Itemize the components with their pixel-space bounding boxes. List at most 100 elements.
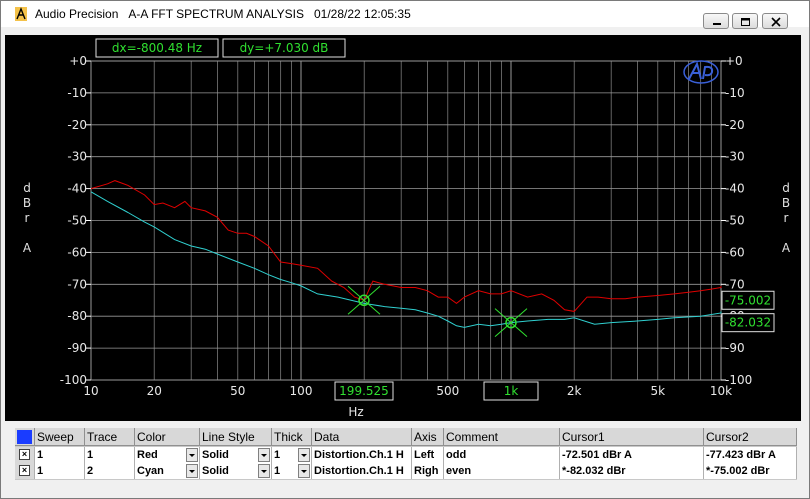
cell-color[interactable]: Cyan <box>135 463 200 479</box>
thick-value: 1 <box>274 465 281 477</box>
cell-thick[interactable]: 1 <box>272 463 312 479</box>
restore-button[interactable] <box>732 13 758 29</box>
header-comment[interactable]: Comment <box>444 428 560 446</box>
line-style-dropdown-icon[interactable] <box>258 448 270 462</box>
select-all-header[interactable] <box>15 428 35 446</box>
cursor2-x-readout: 1k <box>504 384 519 398</box>
app-name: Audio Precision <box>35 7 119 21</box>
left-unit-a: A <box>22 241 32 255</box>
x-tick-label: 50 <box>230 384 245 398</box>
row-checkbox[interactable]: × <box>19 465 30 476</box>
cell-data[interactable]: Distortion.Ch.1 H <box>312 447 412 463</box>
x-tick-label: 10 <box>83 384 98 398</box>
line-style-value: Solid <box>202 449 229 461</box>
color-swatch-icon <box>17 430 32 444</box>
cell-line-style[interactable]: Solid <box>200 463 272 479</box>
y-tick-label-right: -10 <box>725 86 745 100</box>
window-title: Audio Precision A-A FFT SPECTRUM ANALYSIS… <box>35 7 421 21</box>
y-tick-label-left: -20 <box>67 118 87 132</box>
y-tick-label-left: -50 <box>67 214 87 228</box>
cursor-red-value-readout: -75.002 <box>725 293 771 307</box>
right-unit-a: A <box>781 241 791 255</box>
cell-color[interactable]: Red <box>135 447 200 463</box>
cell-data[interactable]: Distortion.Ch.1 H <box>312 463 412 479</box>
y-tick-label-right: -70 <box>725 277 745 291</box>
line-style-value: Solid <box>202 465 229 477</box>
cell-cursor1: *-82.032 dBr <box>560 463 704 479</box>
header-trace[interactable]: Trace <box>85 428 135 446</box>
header-data[interactable]: Data <box>312 428 412 446</box>
cursor1-x-readout: 199.525 <box>339 384 389 398</box>
cell-trace[interactable]: 1 <box>85 447 135 463</box>
right-unit-d: d <box>782 181 790 195</box>
x-axis-unit: Hz <box>348 405 363 419</box>
color-dropdown-icon[interactable] <box>186 448 198 462</box>
y-tick-label-left: -30 <box>67 150 87 164</box>
header-cursor1[interactable]: Cursor1 <box>560 428 704 446</box>
thick-value: 1 <box>274 449 281 461</box>
right-axis-unit: d B r A <box>780 181 792 256</box>
cell-cursor2: *-75.002 dBr <box>704 463 797 479</box>
left-unit-d: d <box>23 181 31 195</box>
cell-axis[interactable]: Righ <box>412 463 444 479</box>
cell-trace[interactable]: 2 <box>85 463 135 479</box>
row-checkbox[interactable]: × <box>19 449 30 460</box>
x-tick-label: 100 <box>290 384 313 398</box>
thick-dropdown-icon[interactable] <box>298 464 310 478</box>
x-tick-label: 500 <box>436 384 459 398</box>
y-tick-label-right: -20 <box>725 118 745 132</box>
x-tick-label: 10k <box>710 384 732 398</box>
cell-sweep[interactable]: 1 <box>35 447 85 463</box>
row-select-cell[interactable]: × <box>15 463 35 479</box>
line-style-dropdown-icon[interactable] <box>258 464 270 478</box>
minimize-button[interactable] <box>703 13 729 29</box>
cell-comment[interactable]: odd <box>444 447 560 463</box>
close-button[interactable] <box>762 13 788 29</box>
app-window: Audio Precision A-A FFT SPECTRUM ANALYSIS… <box>0 0 810 499</box>
y-tick-label-right: -30 <box>725 150 745 164</box>
y-tick-label-right: -50 <box>725 214 745 228</box>
cursor-cyan-value-readout: -82.032 <box>725 316 771 330</box>
color-dropdown-icon[interactable] <box>186 464 198 478</box>
left-unit-r: r <box>24 211 30 225</box>
cell-line-style[interactable]: Solid <box>200 447 272 463</box>
y-tick-label-right: -90 <box>725 341 745 355</box>
restore-icon <box>741 18 750 26</box>
table-row: × 1 1 Red Solid 1 Distortion.Ch.1 H Left… <box>15 447 797 463</box>
row-select-cell[interactable]: × <box>15 447 35 463</box>
x-tick-label: 5k <box>650 384 665 398</box>
right-unit-r: r <box>783 211 789 225</box>
color-value: Cyan <box>137 465 164 477</box>
header-sweep[interactable]: Sweep <box>35 428 85 446</box>
cell-axis[interactable]: Left <box>412 447 444 463</box>
window-timestamp: 01/28/22 12:05:35 <box>313 7 411 21</box>
cell-comment[interactable]: even <box>444 463 560 479</box>
trace-table: Sweep Trace Color Line Style Thick Data … <box>15 428 797 480</box>
y-tick-label-right: +0 <box>725 54 743 68</box>
dy-readout: dy=+7.030 dB <box>240 41 329 55</box>
x-tick-label: 20 <box>147 384 162 398</box>
close-icon <box>771 17 781 27</box>
header-thick[interactable]: Thick <box>272 428 312 446</box>
right-unit-b: B <box>781 196 791 210</box>
cell-thick[interactable]: 1 <box>272 447 312 463</box>
y-tick-label-right: -60 <box>725 245 745 259</box>
fft-chart[interactable]: +0 +0 -10 -10 -20 -20 -30 -30 -40 -40 -50 -50 -60 -60… <box>5 35 801 421</box>
y-tick-label-left: -70 <box>67 277 87 291</box>
y-tick-label-right: -40 <box>725 182 745 196</box>
header-line-style[interactable]: Line Style <box>200 428 272 446</box>
title-bar[interactable]: Audio Precision A-A FFT SPECTRUM ANALYSIS… <box>1 1 809 29</box>
y-tick-label-left: -60 <box>67 245 87 259</box>
header-color[interactable]: Color <box>135 428 200 446</box>
x-tick-label: 2k <box>567 384 582 398</box>
dx-readout: dx=-800.48 Hz <box>112 41 202 55</box>
cell-cursor2: -77.423 dBr A <box>704 447 797 463</box>
left-axis-unit: d B r A <box>21 181 33 256</box>
left-unit-b: B <box>22 196 32 210</box>
table-row: × 1 2 Cyan Solid 1 Distortion.Ch.1 H Rig… <box>15 463 797 479</box>
header-axis[interactable]: Axis <box>412 428 444 446</box>
cell-sweep[interactable]: 1 <box>35 463 85 479</box>
fft-plot-area[interactable]: +0 +0 -10 -10 -20 -20 -30 -30 -40 -40 -50 -50 -60 -60… <box>5 35 801 421</box>
header-cursor2[interactable]: Cursor2 <box>704 428 797 446</box>
thick-dropdown-icon[interactable] <box>298 448 310 462</box>
